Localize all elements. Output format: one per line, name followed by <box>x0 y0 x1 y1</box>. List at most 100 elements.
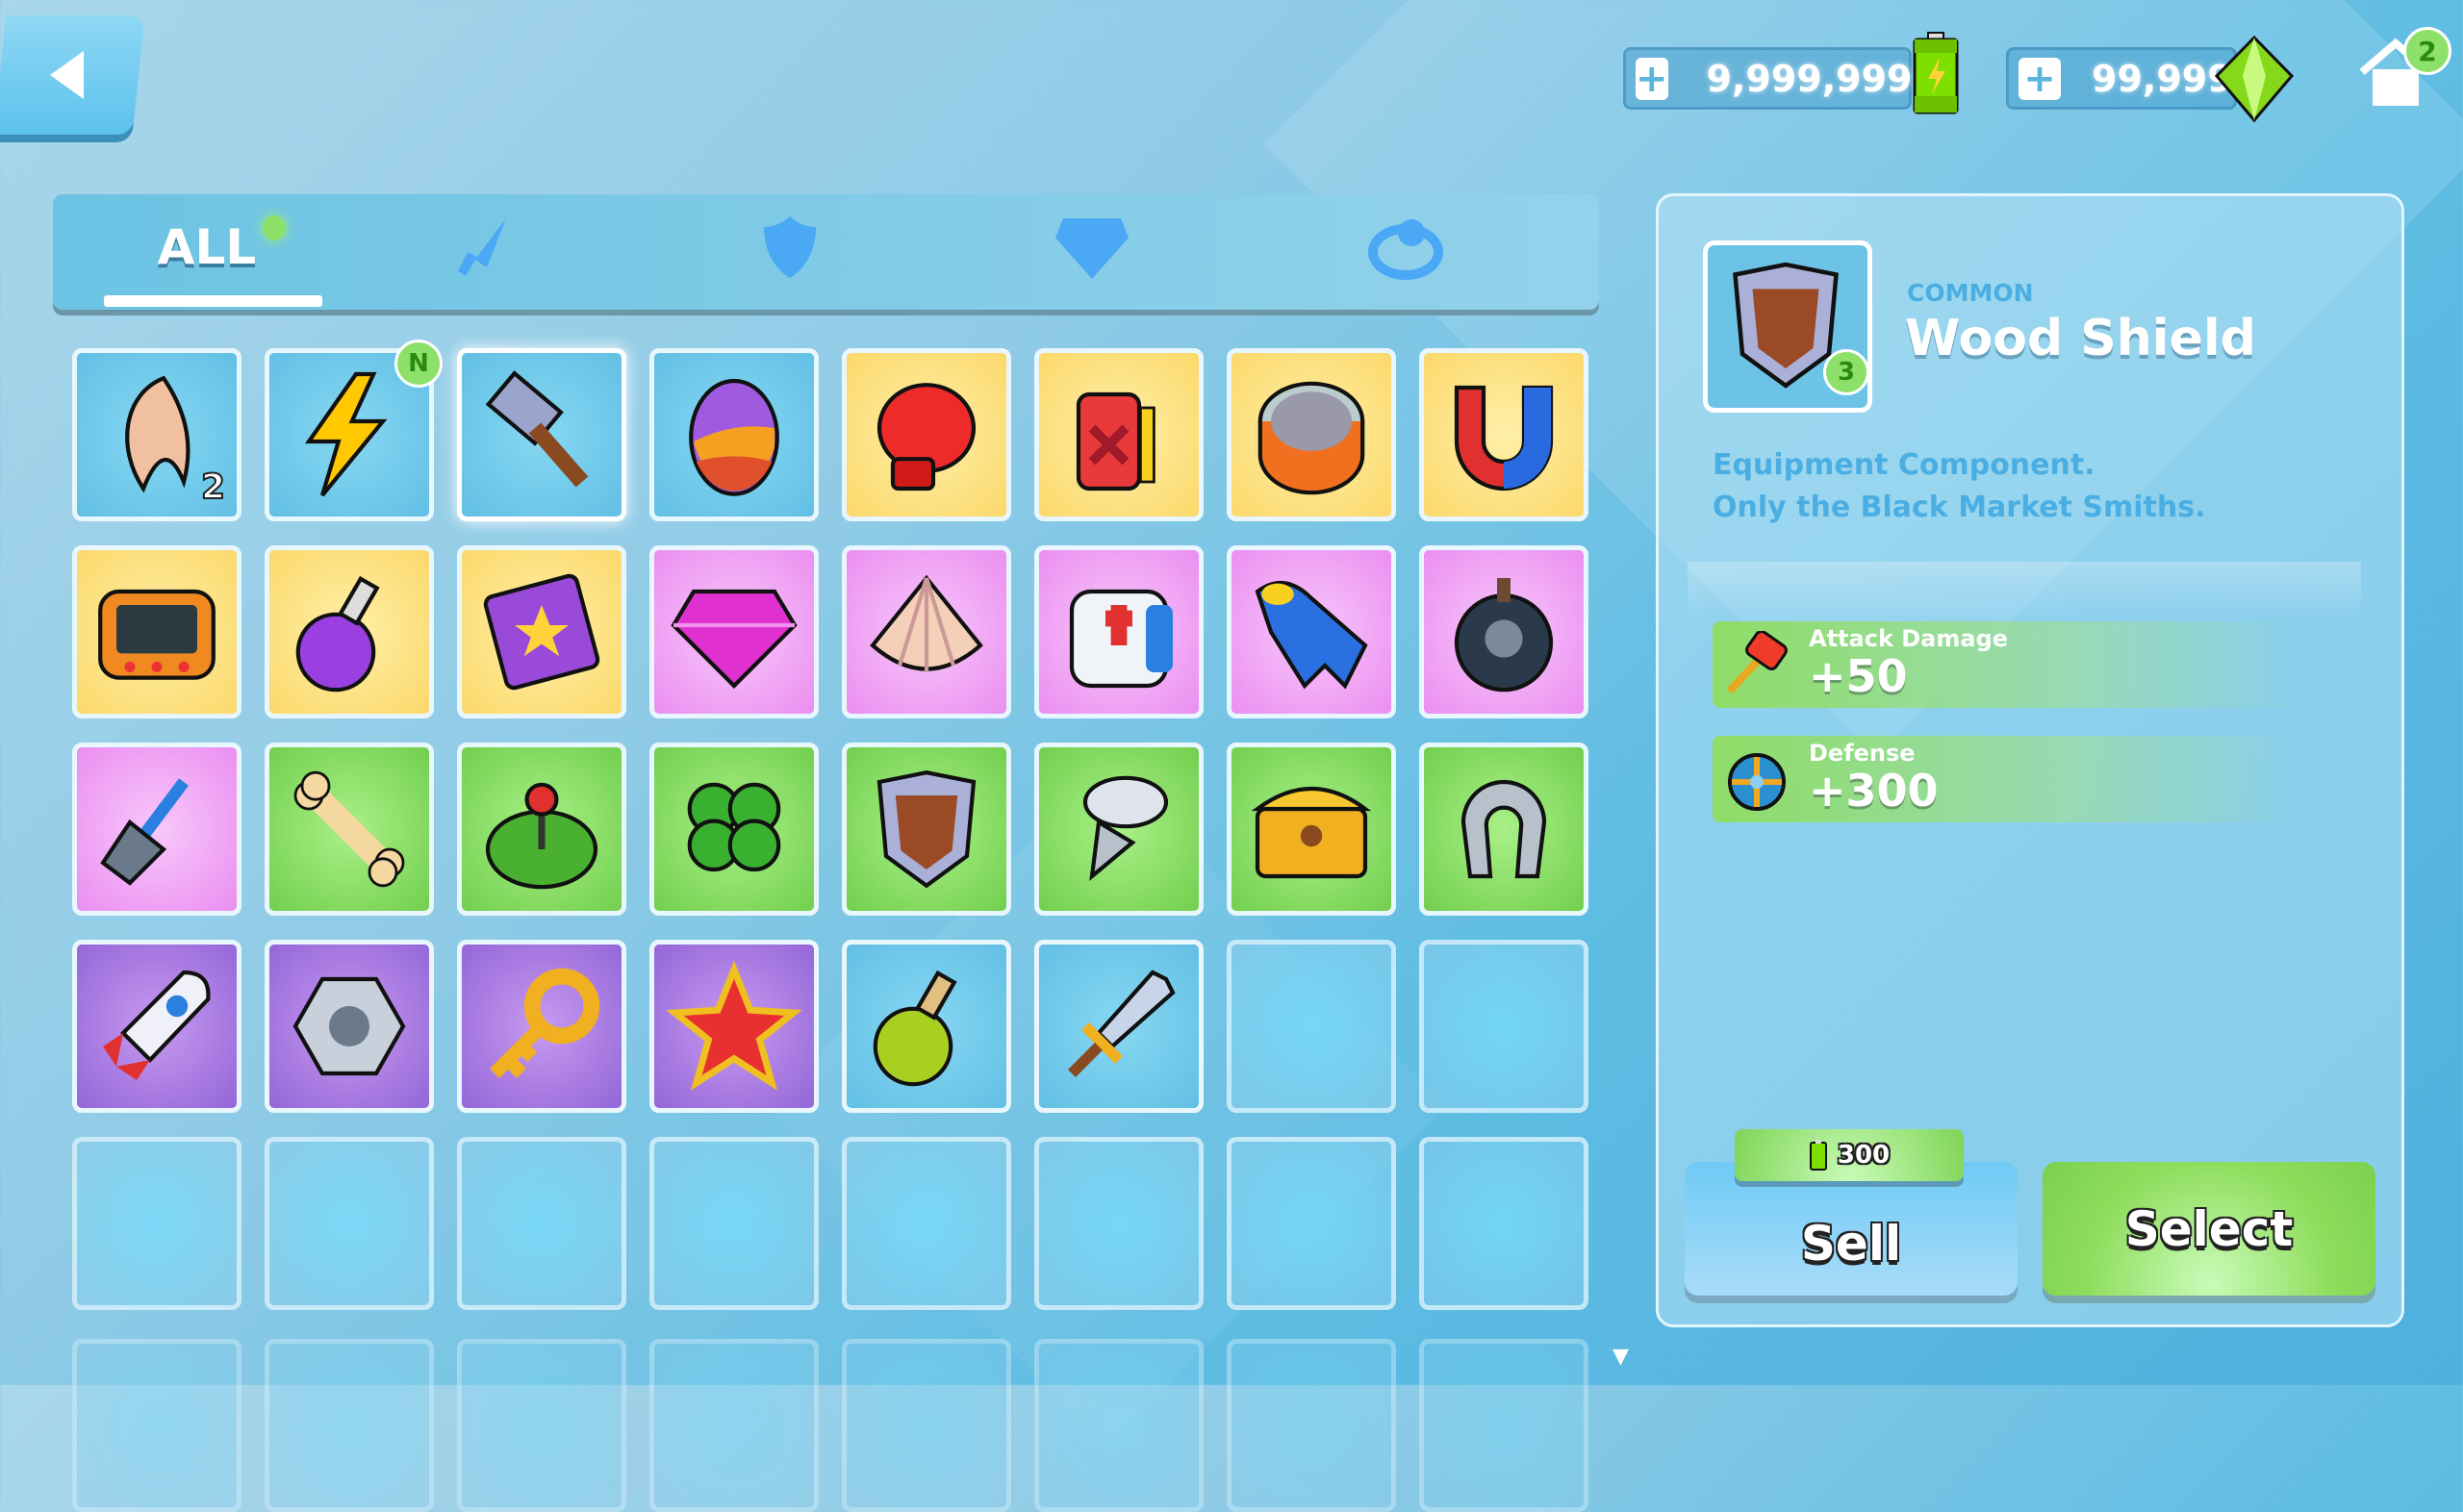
hammer-icon <box>485 370 589 488</box>
inventory-slot-empty <box>1034 1339 1204 1512</box>
inventory-slot-empty <box>72 1137 241 1310</box>
item-level-badge: 3 <box>1823 349 1869 395</box>
inventory-slot-horseshoe[interactable] <box>1419 743 1588 916</box>
new-item-badge: N <box>394 340 443 388</box>
handheld-console-icon <box>98 589 216 680</box>
inventory-slot-handheld-console[interactable] <box>72 545 241 718</box>
inventory-slot-hex-nut[interactable] <box>265 940 434 1113</box>
stat-defense: Defense +300 <box>1713 736 2299 822</box>
clover-icon <box>687 782 781 872</box>
back-arrow-icon <box>50 51 84 99</box>
magnet-icon <box>1454 385 1554 491</box>
inventory-slot-empty <box>265 1339 434 1512</box>
inventory-slot-potion-purple[interactable] <box>265 545 434 718</box>
inventory-slot-spell-book[interactable] <box>457 545 626 718</box>
new-indicator-dot <box>263 215 286 240</box>
select-button[interactable]: Select <box>2043 1162 2375 1296</box>
inventory-slot-golden-key[interactable] <box>457 940 626 1113</box>
inventory-slot-rainbow-egg[interactable] <box>649 348 819 521</box>
inventory-slot-wood-shield[interactable] <box>842 743 1011 916</box>
potion-green-icon <box>873 970 957 1087</box>
inventory-slot-joystick[interactable] <box>457 743 626 916</box>
select-label: Select <box>2124 1200 2294 1257</box>
red-hammer-icon <box>1728 631 1788 693</box>
inventory-slot-flipper[interactable] <box>1227 545 1396 718</box>
bone-icon <box>293 770 405 888</box>
rocket-icon <box>103 970 211 1080</box>
item-description-line: Only the Black Market Smiths. <box>1713 491 2206 524</box>
hex-nut-icon <box>292 976 406 1076</box>
tab-gems[interactable] <box>996 194 1188 300</box>
inventory-slot-shovel[interactable] <box>72 743 241 916</box>
home-button[interactable]: 2 <box>2357 27 2453 106</box>
inventory-slot-empty <box>1419 1339 1588 1512</box>
divider <box>1688 562 2361 619</box>
back-button[interactable] <box>0 15 145 135</box>
lightning-icon <box>304 371 388 497</box>
item-description-line: Equipment Component. <box>1713 448 2095 482</box>
medkit-backpack-icon <box>1069 589 1173 689</box>
sell-button[interactable]: Sell <box>1685 1162 2018 1296</box>
active-tab-underline <box>104 295 322 307</box>
tab-all[interactable]: ALL <box>111 194 303 300</box>
inventory-slot-empty <box>457 1137 626 1310</box>
green-gem-icon <box>2214 35 2295 123</box>
inventory-slot-sword[interactable] <box>1034 940 1204 1113</box>
energy-value: 9,999,999 <box>1706 57 1913 100</box>
inventory-slot-tin-can[interactable] <box>1227 348 1396 521</box>
inventory-slot-seashell[interactable] <box>842 545 1011 718</box>
inventory-slot-empty <box>1227 1339 1396 1512</box>
shovel-icon <box>100 778 190 886</box>
inventory-slot-rocket[interactable] <box>72 940 241 1113</box>
joystick-icon <box>485 782 598 890</box>
tab-accessories[interactable] <box>1309 194 1502 300</box>
inventory-slot-lightning[interactable]: N <box>265 340 443 521</box>
inventory-slot-diamond[interactable] <box>649 545 819 718</box>
inventory-slot-screw[interactable] <box>1034 743 1204 916</box>
inventory-slot-star[interactable] <box>649 940 819 1113</box>
inventory-slot-treasure-chest[interactable] <box>1227 743 1396 916</box>
tin-can-icon <box>1257 381 1365 495</box>
sell-price-tag: 300 <box>1735 1129 1964 1181</box>
star-icon <box>667 960 801 1091</box>
battery-icon <box>1809 1140 1827 1171</box>
inventory-slot-fuel-can[interactable] <box>1034 348 1204 521</box>
add-energy-button[interactable]: + <box>1636 57 1668 100</box>
inventory-slot-fang[interactable]: 2 <box>72 348 241 521</box>
sell-price-value: 300 <box>1837 1141 1891 1170</box>
rainbow-egg-icon <box>689 378 779 496</box>
gem-value: 99,999 <box>2092 57 2233 100</box>
inventory-slot-clover[interactable] <box>649 743 819 916</box>
battery-icon <box>1913 32 1959 114</box>
inventory-slot-empty <box>649 1137 819 1310</box>
golden-key-icon <box>490 968 600 1078</box>
round-shield-icon <box>1728 753 1786 811</box>
category-tabs: ALL <box>53 194 1599 310</box>
inventory-slot-potion-green[interactable] <box>842 940 1011 1113</box>
screw-icon <box>1082 775 1169 882</box>
add-gems-button[interactable]: + <box>2019 57 2061 100</box>
flipper-icon <box>1255 580 1368 690</box>
tab-weapons[interactable] <box>386 194 578 300</box>
inventory-slot-hammer[interactable] <box>457 348 626 521</box>
tab-armor[interactable] <box>694 194 886 300</box>
horseshoe-icon <box>1460 779 1547 879</box>
stat-attack-damage: Attack Damage +50 <box>1713 621 2299 708</box>
inventory-slot-empty <box>1419 1137 1588 1310</box>
item-thumbnail: 3 <box>1703 240 1872 413</box>
inventory-slot-boxing-glove[interactable] <box>842 348 1011 521</box>
diamond-icon <box>671 589 798 689</box>
stat-value: +50 <box>1809 650 1908 702</box>
sword-icon <box>1068 970 1176 1077</box>
inventory-slot-skull-bomb[interactable] <box>1419 545 1588 718</box>
inventory-slot-empty <box>842 1339 1011 1512</box>
scroll-down-icon[interactable]: ▼ <box>1612 1345 1629 1369</box>
inventory-slot-bone[interactable] <box>265 743 434 916</box>
inventory-slot-medkit-backpack[interactable] <box>1034 545 1204 718</box>
notification-badge: 2 <box>2403 27 2451 75</box>
inventory-slot-empty <box>1227 1137 1396 1310</box>
skull-bomb-icon <box>1454 578 1554 693</box>
item-quantity: 2 <box>200 466 226 508</box>
stat-label: Defense <box>1809 740 1916 767</box>
inventory-slot-magnet[interactable] <box>1419 348 1588 521</box>
